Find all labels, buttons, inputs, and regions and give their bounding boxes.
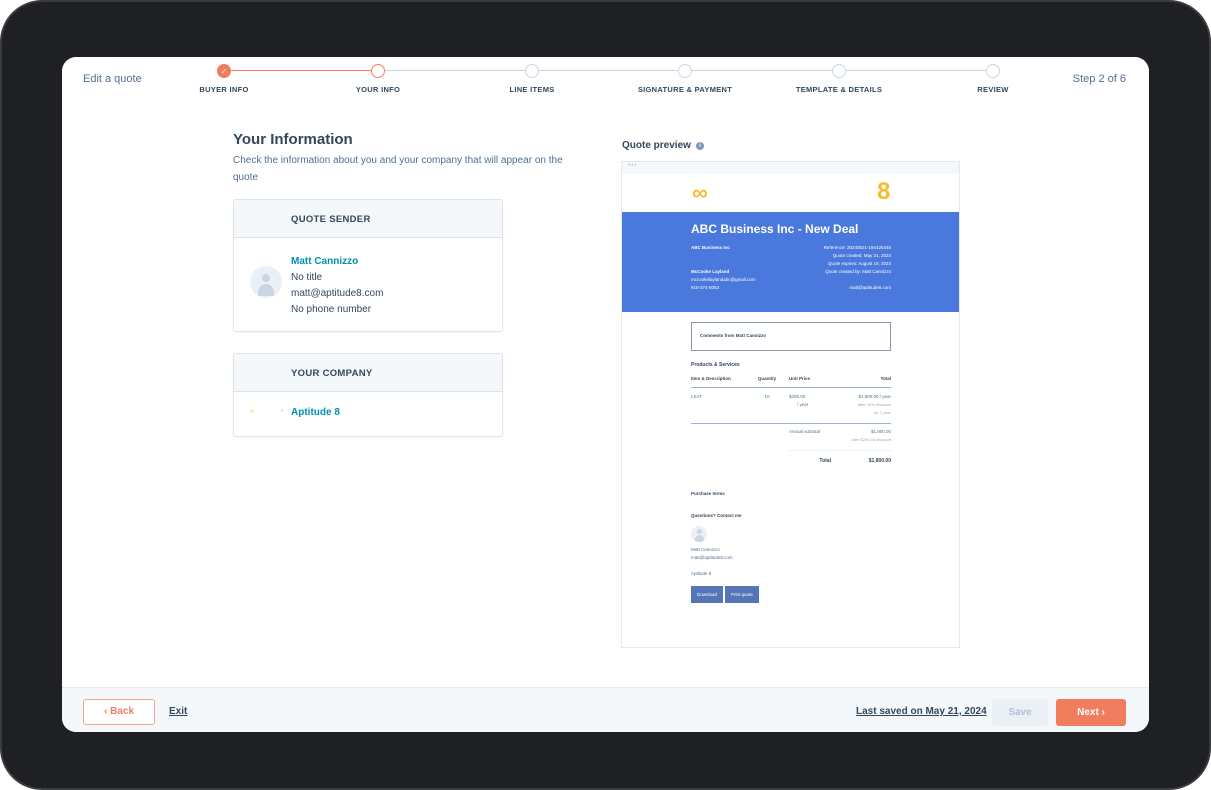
quote-preview: ••• ∞ 8 ABC Business Inc - New Deal ABC … [621, 161, 960, 648]
subtotal-note: after $200.00 discount [851, 437, 891, 442]
item-discount: after 10% discount [857, 402, 891, 407]
step-signature-node[interactable] [678, 64, 692, 78]
your-company-card: YOUR COMPANY ∞ • Aptitude 8 [233, 353, 503, 437]
quote-expires: Quote expires: August 19, 2024 [827, 261, 891, 266]
company-logo-icon: ∞ [250, 409, 255, 415]
next-button[interactable]: Next › [1056, 699, 1126, 726]
item-unit-period: / year [797, 402, 809, 407]
aptitude-logo-icon: ∞ [692, 180, 708, 205]
quote-sender-heading: QUOTE SENDER [234, 200, 502, 238]
section-title: Your Information [233, 131, 353, 148]
step-review-node[interactable] [986, 64, 1000, 78]
contact-company: Aptitude 8 [691, 571, 712, 576]
last-saved-link[interactable]: Last saved on May 21, 2024 [856, 706, 987, 717]
quote-created-by: Quote created by: Matt Cannizzo [825, 269, 891, 274]
step-label-signature[interactable]: SIGNATURE & PAYMENT [638, 85, 732, 94]
sender-phone: No phone number [291, 304, 372, 315]
preview-document: Comments from Matt Cannizzo Products & S… [622, 312, 959, 603]
quote-title: ABC Business Inc - New Deal [691, 222, 859, 236]
step-line-items-node[interactable] [525, 64, 539, 78]
questions-contact: Questions? Contact me [691, 513, 742, 518]
quote-preview-title: Quote preview i [622, 140, 704, 151]
purchase-terms: Purchase terms [691, 491, 725, 496]
buyer-contact-email: mccookelaylandabc@gmail.com [691, 277, 756, 282]
col-header-item: Item & Description [691, 375, 745, 388]
step-buyer-info-node[interactable]: ✓ [217, 64, 231, 78]
step-count: Step 2 of 6 [1072, 73, 1126, 85]
sender-email-banner: matt@aptitude8.com [849, 285, 891, 290]
avatar [250, 266, 282, 298]
subtotal-value: $1,800.00 [870, 429, 891, 434]
back-button[interactable]: ‹ Back [83, 699, 155, 725]
save-button[interactable]: Save [992, 699, 1048, 726]
subtotal-row: Annual subtotal $1,800.00 after $200.00 … [691, 424, 891, 451]
line-items-table: Item & Description Quantity Unit Price T… [691, 375, 891, 471]
app-window: Edit a quote ✓ BUYER INFO YOUR INFO LINE… [62, 57, 1149, 732]
step-template-node[interactable] [832, 64, 846, 78]
preview-window-dots: ••• [622, 162, 959, 174]
contact-avatar [691, 526, 707, 542]
comments-box: Comments from Matt Cannizzo [691, 322, 891, 351]
quote-sender-card: QUOTE SENDER Matt Cannizzo No title matt… [233, 199, 503, 332]
quote-reference: Reference: 20240521-194426346 [823, 245, 891, 250]
eight-logo-icon: 8 [877, 178, 891, 205]
footer: ‹ Back Exit Last saved on May 21, 2024 S… [62, 687, 1149, 732]
section-subtitle: Check the information about you and your… [233, 155, 563, 183]
sender-name-link[interactable]: Matt Cannizzo [291, 254, 383, 270]
total-value: $1,800.00 [837, 450, 891, 471]
table-row: LSAT 10 $200.00 / year $1,800.00 / year … [691, 387, 891, 424]
subtotal-label: Annual subtotal [789, 429, 821, 434]
download-button[interactable]: Download [691, 586, 724, 603]
header: Edit a quote ✓ BUYER INFO YOUR INFO LINE… [62, 57, 1149, 107]
contact-email: matt@aptitude8.com [691, 555, 733, 560]
page-title: Edit a quote [83, 73, 142, 85]
buyer-company: ABC Business Inc [691, 245, 730, 250]
col-header-total: Total [837, 375, 891, 388]
col-header-quantity: Quantity [745, 375, 789, 388]
products-title: Products & Services [691, 362, 740, 368]
total-label: Total [789, 450, 837, 471]
step-your-info-node[interactable] [371, 64, 385, 78]
check-icon: ✓ [220, 67, 228, 76]
company-dot-icon: • [281, 409, 284, 415]
item-total: $1,800.00 / year [858, 394, 891, 399]
item-unit-price: $200.00 [789, 394, 806, 399]
quote-created: Quote created: May 21, 2024 [832, 253, 891, 258]
item-name: LSAT [691, 387, 745, 424]
preview-banner: ABC Business Inc - New Deal ABC Business… [622, 212, 959, 312]
step-label-template[interactable]: TEMPLATE & DETAILS [796, 85, 882, 94]
sender-title: No title [291, 272, 323, 283]
col-header-unit-price: Unit Price [789, 375, 837, 388]
buyer-contact-name: McCooke Layland [691, 269, 730, 274]
your-company-heading: YOUR COMPANY [234, 354, 502, 392]
info-icon[interactable]: i [695, 142, 704, 150]
item-quantity: 10 [745, 387, 789, 424]
step-label-buyer-info[interactable]: BUYER INFO [199, 85, 248, 94]
your-information-section: Your Information Check the information a… [233, 131, 583, 437]
step-label-review[interactable]: REVIEW [977, 85, 1008, 94]
preview-logos: ∞ 8 [622, 174, 959, 212]
buyer-contact-phone: 910-374-5053 [691, 285, 720, 290]
sender-email: matt@aptitude8.com [291, 288, 384, 299]
step-label-line-items[interactable]: LINE ITEMS [509, 85, 554, 94]
stepper-connector-complete [224, 70, 378, 71]
company-name-link[interactable]: Aptitude 8 [291, 407, 340, 418]
quote-preview-label: Quote preview [622, 140, 691, 151]
exit-link[interactable]: Exit [169, 706, 187, 717]
step-label-your-info[interactable]: YOUR INFO [356, 85, 400, 94]
item-term: for 1 year [874, 410, 891, 415]
contact-name: Matt Cannizzo [691, 547, 720, 552]
print-quote-button[interactable]: Print quote [725, 586, 759, 603]
total-row: Total $1,800.00 [691, 450, 891, 471]
